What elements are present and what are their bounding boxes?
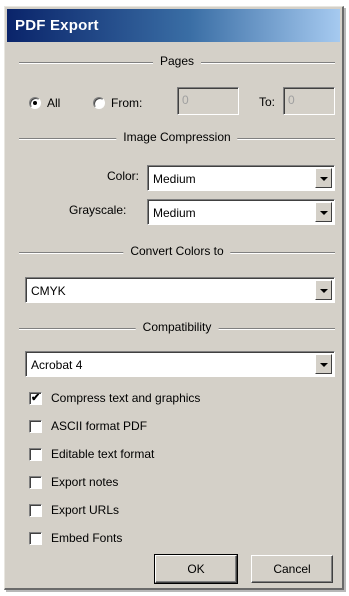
convert-colors-group-header: Convert Colors to <box>19 243 335 263</box>
export-notes-checkbox[interactable] <box>29 475 42 489</box>
embed-fonts-label: Embed Fonts <box>51 531 123 545</box>
export-notes-option[interactable]: Export notes <box>29 475 118 489</box>
ok-button[interactable]: OK <box>154 554 238 584</box>
compress-text-option[interactable]: ✔ Compress text and graphics <box>29 391 200 405</box>
compress-text-label: Compress text and graphics <box>51 391 201 405</box>
all-pages-radio[interactable] <box>29 97 41 109</box>
ascii-format-checkbox[interactable] <box>29 419 42 433</box>
compress-text-checkbox[interactable]: ✔ <box>29 391 42 405</box>
ascii-format-label: ASCII format PDF <box>51 419 148 433</box>
image-compression-group-label: Image Compression <box>116 130 238 144</box>
compatibility-select[interactable]: Acrobat 4 <box>25 351 335 377</box>
dialog-title: PDF Export <box>15 17 99 34</box>
ascii-format-option[interactable]: ASCII format PDF <box>29 419 147 433</box>
color-label: Color: <box>107 169 140 183</box>
editable-text-option[interactable]: Editable text format <box>29 447 154 461</box>
from-pages-radio-row[interactable]: From: <box>93 96 142 110</box>
chevron-down-icon[interactable] <box>315 168 332 188</box>
image-compression-group-header: Image Compression <box>19 129 335 149</box>
chevron-down-icon[interactable] <box>315 280 332 300</box>
pdf-export-dialog: PDF Export Pages All From: 0 To: 0 Image… <box>4 6 344 590</box>
grayscale-label: Grayscale: <box>69 203 127 217</box>
editable-text-checkbox[interactable] <box>29 447 42 461</box>
color-compression-value: Medium <box>153 172 196 186</box>
convert-colors-value: CMYK <box>31 284 66 298</box>
compatibility-value: Acrobat 4 <box>31 358 83 372</box>
checkmark-icon: ✔ <box>31 391 41 404</box>
export-urls-label: Export URLs <box>51 503 120 517</box>
color-compression-select[interactable]: Medium <box>147 165 335 191</box>
all-pages-label: All <box>47 96 61 110</box>
compatibility-group-header: Compatibility <box>19 319 335 339</box>
editable-text-label: Editable text format <box>51 447 155 461</box>
compatibility-group-label: Compatibility <box>135 320 219 334</box>
embed-fonts-option[interactable]: Embed Fonts <box>29 531 122 545</box>
pages-group-header: Pages <box>19 53 335 73</box>
cancel-button[interactable]: Cancel <box>251 555 333 583</box>
convert-colors-group-label: Convert Colors to <box>123 244 231 258</box>
convert-colors-select[interactable]: CMYK <box>25 277 335 303</box>
grayscale-compression-select[interactable]: Medium <box>147 199 335 225</box>
export-urls-checkbox[interactable] <box>29 503 42 517</box>
chevron-down-icon[interactable] <box>315 202 332 222</box>
export-notes-label: Export notes <box>51 475 119 489</box>
grayscale-compression-value: Medium <box>153 206 196 220</box>
from-pages-radio[interactable] <box>93 97 105 109</box>
export-urls-option[interactable]: Export URLs <box>29 503 119 517</box>
to-page-field[interactable]: 0 <box>283 87 335 115</box>
from-pages-label: From: <box>111 96 143 110</box>
all-pages-radio-row[interactable]: All <box>29 96 60 110</box>
embed-fonts-checkbox[interactable] <box>29 531 42 545</box>
pages-group-label: Pages <box>152 54 202 68</box>
to-page-label: To: <box>259 95 276 109</box>
title-bar[interactable]: PDF Export <box>7 9 340 42</box>
from-page-field[interactable]: 0 <box>177 87 239 115</box>
chevron-down-icon[interactable] <box>315 354 332 374</box>
